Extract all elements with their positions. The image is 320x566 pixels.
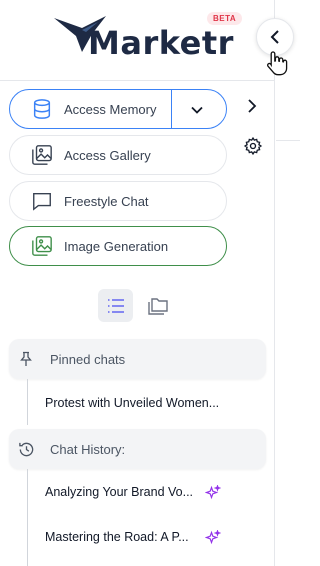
chevron-right-icon[interactable] [244,97,260,115]
chat-history-header[interactable]: Chat History: [9,429,266,469]
history-chat-item[interactable]: Mastering the Road: A P... [45,530,189,544]
main-pane-divider [276,140,300,141]
image-generation-icon [30,234,54,258]
header-divider [0,80,275,81]
access-memory-button[interactable]: Access Memory [9,89,227,129]
list-icon [107,298,124,313]
sidebar-panel: Marketr BETA Access Memory Access Galler… [0,0,275,566]
hand-cursor-icon [267,51,288,76]
image-generation-button[interactable]: Image Generation [9,226,227,266]
list-view-toggle[interactable] [98,289,133,322]
history-icon [17,440,35,458]
chat-bubble-icon [30,189,54,213]
brand-name: Marketr [88,24,234,62]
access-gallery-button[interactable]: Access Gallery [9,135,227,175]
gallery-icon [30,143,54,167]
memory-split-divider [171,90,172,128]
pin-icon [17,350,35,368]
sparkle-icon [205,485,221,500]
memory-dropdown-chevron-icon[interactable] [186,99,208,121]
sparkle-icon [205,530,221,545]
chevron-left-icon [270,30,279,44]
gear-icon[interactable] [243,136,263,156]
beta-badge: BETA [207,12,243,25]
pinned-chats-title: Pinned chats [50,351,126,367]
pinned-tree-line [27,379,28,425]
freestyle-chat-button[interactable]: Freestyle Chat [9,181,227,221]
freestyle-chat-label: Freestyle Chat [64,193,149,209]
image-generation-label: Image Generation [64,238,169,254]
database-icon [30,97,54,121]
folder-view-toggle[interactable] [144,292,172,320]
folders-icon [148,298,168,315]
history-tree-line [27,469,28,566]
logo: Marketr BETA [52,12,252,66]
history-chat-item[interactable]: Analyzing Your Brand Vo... [45,485,193,499]
access-gallery-label: Access Gallery [64,147,151,163]
pinned-chats-header[interactable]: Pinned chats [9,339,266,379]
access-memory-label: Access Memory [64,101,157,117]
pinned-chat-item[interactable]: Protest with Unveiled Women... [45,396,219,410]
main-pane-edge [276,0,300,566]
chat-history-title: Chat History: [50,441,126,457]
